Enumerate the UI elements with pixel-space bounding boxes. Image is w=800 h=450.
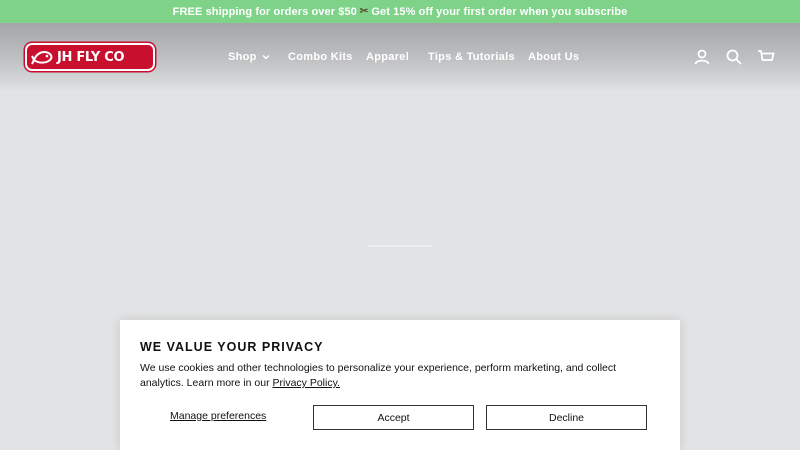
main-nav: Shop Combo Kits Apparel Tips & Tutorials… bbox=[0, 51, 800, 65]
cart-icon[interactable] bbox=[757, 48, 775, 66]
nav-about-us[interactable]: About Us bbox=[528, 51, 579, 63]
nav-shop[interactable]: Shop bbox=[228, 51, 270, 63]
cookie-banner: WE VALUE YOUR PRIVACY We use cookies and… bbox=[120, 320, 680, 450]
site-header: JH FLY CO Shop Combo Kits Apparel Tips &… bbox=[0, 23, 800, 90]
loading-bar bbox=[368, 245, 432, 247]
cookie-banner-body: We use cookies and other technologies to… bbox=[140, 362, 617, 389]
nav-about-us-label: About Us bbox=[528, 51, 580, 63]
cookie-banner-title: WE VALUE YOUR PRIVACY bbox=[140, 340, 324, 354]
privacy-policy-link[interactable]: Privacy Policy. bbox=[272, 377, 340, 389]
decline-button[interactable]: Decline bbox=[486, 405, 647, 430]
announcement-shipping-text: FREE shipping for orders over $50 bbox=[172, 5, 357, 18]
manage-preferences-link[interactable]: Manage preferences bbox=[170, 410, 266, 422]
nav-shop-label: Shop bbox=[228, 51, 257, 63]
announcement-discount-text: Get 15% off your first order when you su… bbox=[371, 5, 628, 18]
nav-tips-tutorials-label: Tips & Tutorials bbox=[428, 51, 515, 63]
chevron-down-icon bbox=[262, 55, 270, 60]
nav-apparel-label: Apparel bbox=[366, 51, 410, 63]
nav-tips-tutorials[interactable]: Tips & Tutorials bbox=[428, 51, 515, 63]
accept-button[interactable]: Accept bbox=[313, 405, 474, 430]
nav-combo-kits[interactable]: Combo Kits bbox=[288, 51, 353, 63]
cookie-banner-text: We use cookies and other technologies to… bbox=[140, 361, 660, 391]
scissors-icon: ✂ bbox=[359, 6, 369, 17]
account-icon[interactable] bbox=[693, 48, 711, 66]
nav-combo-kits-label: Combo Kits bbox=[288, 51, 353, 63]
nav-apparel[interactable]: Apparel bbox=[366, 51, 409, 63]
announcement-bar: FREE shipping for orders over $50 ✂ Get … bbox=[0, 0, 800, 23]
search-icon[interactable] bbox=[725, 48, 743, 66]
